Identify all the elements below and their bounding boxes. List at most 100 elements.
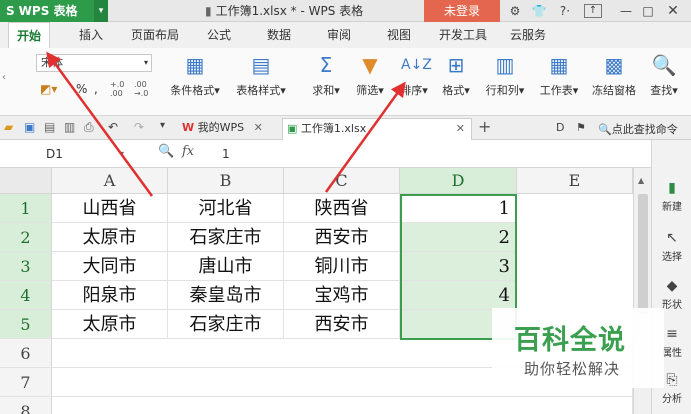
table-style-icon: ▤ xyxy=(251,53,271,77)
thousands-icon[interactable]: , xyxy=(94,82,98,96)
fill-color-icon[interactable]: ◩▾ xyxy=(40,82,57,96)
help-icon[interactable]: ?· xyxy=(552,2,578,20)
increase-decimal-icon[interactable]: +.0.00 xyxy=(110,80,124,98)
button-label: 求和 xyxy=(312,84,335,97)
filter-icon: ▼ xyxy=(362,53,378,77)
close-tab-icon[interactable]: ✕ xyxy=(456,119,465,139)
command-search[interactable]: 🔍点此查找命令 xyxy=(598,121,678,137)
new-tab-icon[interactable]: + xyxy=(478,117,491,136)
name-box[interactable]: D1 ▾ xyxy=(6,144,124,164)
tab-my-wps[interactable]: W 我的WPS ✕ xyxy=(178,118,282,140)
chevron-down-icon[interactable]: ▾ xyxy=(94,0,108,22)
zoom-icon[interactable]: 🔍 xyxy=(158,144,174,159)
row-header[interactable]: 7 xyxy=(0,368,52,397)
quick-access-menu-icon[interactable]: ▾ xyxy=(160,120,165,131)
redo-icon[interactable]: ↷ xyxy=(134,120,144,134)
row-header[interactable]: 4 xyxy=(0,281,52,310)
tab-workbook[interactable]: ▣ 工作簿1.xlsx ✕ xyxy=(282,118,472,140)
cell[interactable]: 宝鸡市 xyxy=(284,281,400,310)
feedback-icon[interactable]: ⚑ xyxy=(576,121,586,134)
cell[interactable]: 太原市 xyxy=(52,310,168,339)
cell[interactable]: 太原市 xyxy=(52,223,168,252)
sidebar-item-shape[interactable]: ◆ 形状 xyxy=(652,278,691,311)
worksheet-button[interactable]: ▦ 工作表▾ xyxy=(534,52,584,98)
cell[interactable]: 秦皇岛市 xyxy=(168,281,284,310)
select-all-corner[interactable] xyxy=(0,168,52,194)
cell[interactable]: 山西省 xyxy=(52,194,168,223)
tab-page-layout[interactable]: 页面布局 xyxy=(124,22,186,48)
column-header[interactable]: D xyxy=(400,168,517,194)
fx-icon[interactable]: fx xyxy=(182,144,194,159)
tab-cloud[interactable]: 云服务 xyxy=(504,22,552,48)
tab-view[interactable]: 视图 xyxy=(378,22,420,48)
cell[interactable]: 河北省 xyxy=(168,194,284,223)
sidebar-item-new[interactable]: ▮ 新建 xyxy=(652,180,691,213)
conditional-format-button[interactable]: ▦ 条件格式▾ xyxy=(164,52,226,98)
cell[interactable]: 西安市 xyxy=(284,223,400,252)
decrease-decimal-icon[interactable]: .00 →.0 xyxy=(134,80,148,98)
button-label: 冻结窗格 xyxy=(592,84,636,97)
tab-home[interactable]: 开始 xyxy=(8,22,50,48)
app-menu-button[interactable]: S WPS 表格 ▾ xyxy=(0,0,108,22)
cell[interactable]: 陕西省 xyxy=(284,194,400,223)
row-header[interactable]: 1 xyxy=(0,194,52,223)
name-box-value: D1 xyxy=(46,147,63,161)
scrollbar-thumb[interactable] xyxy=(638,194,648,314)
chevron-down-icon[interactable]: ▾ xyxy=(120,144,124,164)
column-header[interactable]: E xyxy=(517,168,633,194)
column-header[interactable]: A xyxy=(52,168,168,194)
cell[interactable]: 大同市 xyxy=(52,252,168,281)
save-icon[interactable]: ▣ xyxy=(24,120,35,134)
login-button[interactable]: 未登录 xyxy=(424,0,500,22)
restore-icon[interactable]: ↑ xyxy=(584,4,602,18)
sidebar-item-select[interactable]: ↖ 选择 xyxy=(652,230,691,263)
rows-columns-icon: ▥ xyxy=(495,53,515,77)
sort-button[interactable]: A↓Z 排序▾ xyxy=(394,52,434,98)
close-icon[interactable]: ✕ xyxy=(664,2,682,20)
format-button[interactable]: ⊞ 格式▾ xyxy=(436,52,476,98)
percent-icon[interactable]: % xyxy=(76,82,87,96)
tab-insert[interactable]: 插入 xyxy=(70,22,112,48)
cell[interactable]: 铜川市 xyxy=(284,252,400,281)
skin-icon[interactable]: 👕 xyxy=(528,2,550,20)
row-header[interactable]: 6 xyxy=(0,339,52,368)
close-tab-icon[interactable]: ✕ xyxy=(254,121,263,134)
scroll-up-icon[interactable]: ▲ xyxy=(638,176,644,185)
tab-developer[interactable]: 开发工具 xyxy=(432,22,494,48)
rows-columns-button[interactable]: ▥ 行和列▾ xyxy=(480,52,530,98)
ribbon-scroll-left-icon[interactable]: ‹ xyxy=(2,72,6,83)
doc-manager-icon[interactable]: D xyxy=(556,121,564,134)
tab-data[interactable]: 数据 xyxy=(258,22,300,48)
cell[interactable]: 阳泉市 xyxy=(52,281,168,310)
tab-review[interactable]: 审阅 xyxy=(318,22,360,48)
freeze-panes-button[interactable]: ▩ 冻结窗格 xyxy=(588,52,640,98)
watermark-subtitle: 助你轻松解决 xyxy=(524,360,621,378)
row-header[interactable]: 3 xyxy=(0,252,52,281)
cell[interactable]: 石家庄市 xyxy=(168,223,284,252)
filter-button[interactable]: ▼ 筛选▾ xyxy=(350,52,390,98)
font-name-select[interactable]: 宋体 ▾ xyxy=(36,54,152,72)
settings-icon[interactable]: ⚙ xyxy=(506,2,524,20)
row-header[interactable]: 2 xyxy=(0,223,52,252)
cell[interactable]: 西安市 xyxy=(284,310,400,339)
empty-row[interactable] xyxy=(52,397,633,414)
worksheet-icon: ▦ xyxy=(549,53,569,77)
export-icon[interactable]: ⎙ xyxy=(84,120,94,135)
sum-button[interactable]: Σ 求和▾ xyxy=(306,52,346,98)
tab-formula[interactable]: 公式 xyxy=(198,22,240,48)
cell[interactable]: 唐山市 xyxy=(168,252,284,281)
column-header[interactable]: B xyxy=(168,168,284,194)
column-header[interactable]: C xyxy=(284,168,400,194)
minimize-icon[interactable]: — xyxy=(618,2,634,20)
cell[interactable]: 石家庄市 xyxy=(168,310,284,339)
maximize-icon[interactable]: □ xyxy=(640,2,656,20)
row-header[interactable]: 5 xyxy=(0,310,52,339)
row-header[interactable]: 8 xyxy=(0,397,52,414)
formula-input[interactable]: 1 xyxy=(222,144,230,164)
find-button[interactable]: 🔍 查找▾ xyxy=(642,52,686,98)
open-folder-icon[interactable]: ▰ xyxy=(4,120,13,134)
undo-icon[interactable]: ↶ xyxy=(108,120,118,134)
print-preview-icon[interactable]: ▤ xyxy=(44,120,55,134)
print-icon[interactable]: ▥ xyxy=(64,120,75,134)
table-style-button[interactable]: ▤ 表格样式▾ xyxy=(230,52,292,98)
